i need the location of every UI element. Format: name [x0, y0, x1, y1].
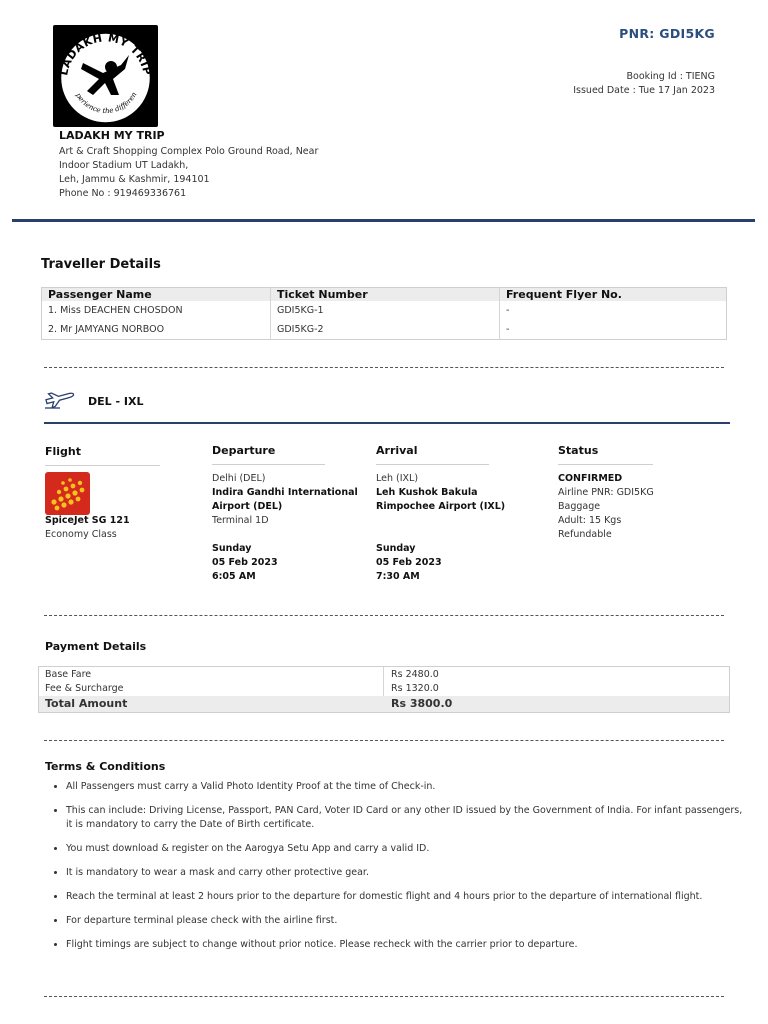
column-header-ticket: Ticket Number: [270, 287, 500, 301]
terms-title: Terms & Conditions: [45, 760, 166, 773]
total-row: Total Amount Rs 3800.0: [39, 696, 729, 712]
arrival-header-underline: [376, 464, 489, 465]
table-row: 1. Miss DEACHEN CHOSDON GDI5KG-1 -: [42, 301, 727, 320]
departure-airport-line-1: Indira Gandhi International: [212, 487, 358, 498]
departure-airport-line-2: Airport (DEL): [212, 501, 283, 512]
route-label: DEL - IXL: [88, 395, 144, 408]
baggage-allowance: Adult: 15 Kgs: [558, 515, 622, 526]
company-phone: Phone No : 919469336761: [59, 188, 187, 199]
departure-header-underline: [212, 464, 325, 465]
airline-pnr: Airline PNR: GDI5KG: [558, 487, 654, 498]
departure-city: Delhi (DEL): [212, 473, 266, 484]
issued-date: Issued Date : Tue 17 Jan 2023: [573, 85, 715, 96]
list-item: This can include: Driving License, Passp…: [66, 804, 746, 832]
column-header-passenger: Passenger Name: [41, 287, 271, 301]
section-divider: [44, 367, 724, 368]
list-item: For departure terminal please check with…: [66, 914, 746, 928]
arrival-city: Leh (IXL): [376, 473, 419, 484]
company-logo-graphic: LADAKH MY TRIP Experience the difference: [49, 19, 153, 124]
traveller-table: Passenger Name Ticket Number Frequent Fl…: [41, 287, 727, 340]
traveller-table-header: Passenger Name Ticket Number Frequent Fl…: [41, 287, 727, 301]
pnr-label: PNR: GDI5KG: [619, 26, 715, 41]
arrival-column-header: Arrival: [376, 444, 418, 457]
traveller-details-title: Traveller Details: [41, 257, 161, 272]
header-divider: [12, 219, 755, 222]
fee-surcharge-label: Fee & Surcharge: [45, 683, 124, 694]
column-header-frequent-flyer: Frequent Flyer No.: [499, 287, 727, 301]
arrival-airport-line-2: Rimpochee Airport (IXL): [376, 501, 506, 512]
company-address-line-2: Indoor Stadium UT Ladakh,: [59, 160, 189, 171]
section-divider: [44, 615, 724, 616]
status-header-underline: [558, 464, 653, 465]
total-amount-label: Total Amount: [45, 697, 128, 710]
section-divider: [44, 740, 724, 741]
refund-status: Refundable: [558, 529, 612, 540]
departure-column-header: Departure: [212, 444, 276, 457]
booking-status: CONFIRMED: [558, 473, 623, 484]
flight-class: Economy Class: [45, 529, 117, 540]
base-fare-label: Base Fare: [45, 669, 92, 680]
departure-terminal: Terminal 1D: [212, 515, 269, 526]
arrival-time: 7:30 AM: [376, 571, 420, 582]
company-logo: LADAKH MY TRIP Experience the difference: [49, 19, 158, 127]
table-row: 2. Mr JAMYANG NORBOO GDI5KG-2 -: [42, 320, 727, 340]
list-item: It is mandatory to wear a mask and carry…: [66, 866, 746, 880]
departure-time: 6:05 AM: [212, 571, 256, 582]
fee-surcharge-value: Rs 1320.0: [391, 683, 439, 694]
company-address-line-1: Art & Craft Shopping Complex Polo Ground…: [59, 146, 319, 157]
status-column-header: Status: [558, 444, 599, 457]
departure-date: 05 Feb 2023: [212, 557, 278, 568]
departure-day: Sunday: [212, 543, 252, 554]
ticket-number: GDI5KG-1: [270, 301, 500, 320]
terms-list: All Passengers must carry a Valid Photo …: [44, 780, 746, 962]
section-divider: [44, 996, 724, 997]
list-item: You must download & register on the Aaro…: [66, 842, 746, 856]
arrival-date: 05 Feb 2023: [376, 557, 442, 568]
frequent-flyer-number: -: [499, 320, 727, 340]
frequent-flyer-number: -: [499, 301, 727, 320]
route-divider: [44, 422, 730, 424]
spicejet-logo-dots: [51, 478, 85, 511]
passenger-name: 1. Miss DEACHEN CHOSDON: [48, 305, 183, 316]
airplane-icon: [44, 384, 76, 410]
arrival-airport-line-1: Leh Kushok Bakula: [376, 487, 478, 498]
payment-details-title: Payment Details: [45, 640, 147, 653]
baggage-label: Baggage: [558, 501, 601, 512]
list-item: Flight timings are subject to change wit…: [66, 938, 746, 952]
passenger-name: 2. Mr JAMYANG NORBOO: [48, 324, 165, 335]
list-item: Reach the terminal at least 2 hours prio…: [66, 890, 746, 904]
spicejet-logo: [45, 472, 90, 515]
company-name: LADAKH MY TRIP: [59, 129, 165, 142]
company-address-line-3: Leh, Jammu & Kashmir, 194101: [59, 174, 210, 185]
list-item: All Passengers must carry a Valid Photo …: [66, 780, 746, 794]
arrival-day: Sunday: [376, 543, 416, 554]
base-fare-value: Rs 2480.0: [391, 669, 439, 680]
ticket-number: GDI5KG-2: [270, 320, 500, 340]
payment-table: Base Fare Rs 2480.0 Fee & Surcharge Rs 1…: [38, 666, 730, 713]
flight-header-underline: [45, 465, 160, 466]
flight-name: SpiceJet SG 121: [45, 515, 130, 526]
flight-column-header: Flight: [45, 445, 82, 458]
booking-id: Booking Id : TIENG: [626, 71, 715, 82]
total-amount-value: Rs 3800.0: [391, 697, 453, 710]
